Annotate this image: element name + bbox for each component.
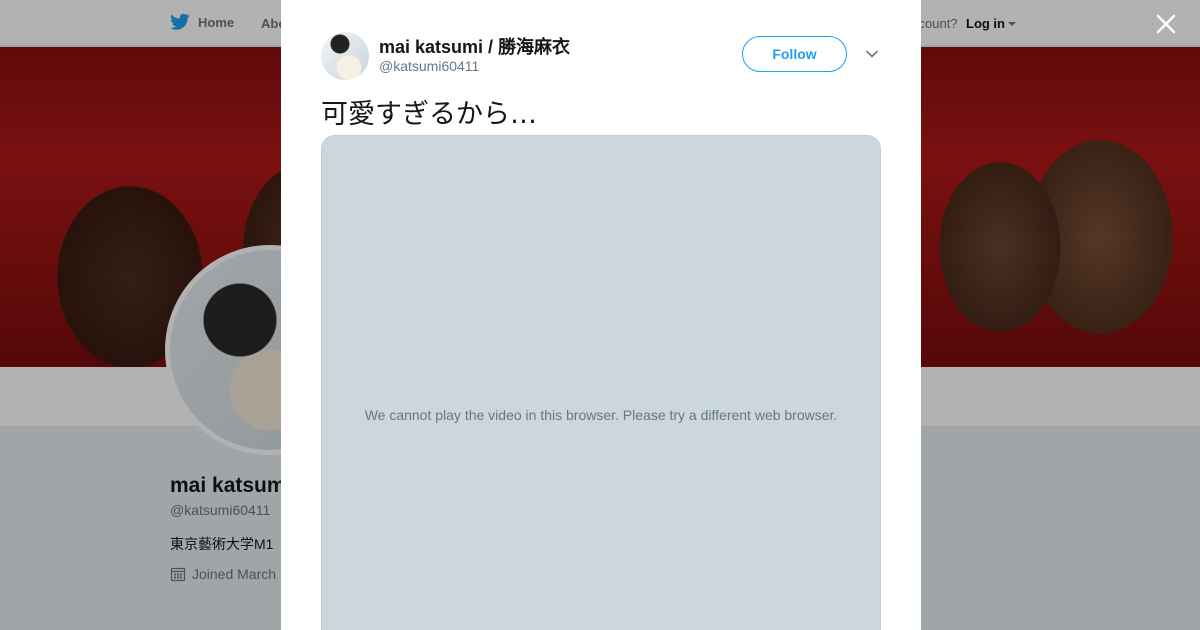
chevron-down-icon [866,50,878,58]
close-button[interactable] [1152,10,1180,38]
tweet-modal: mai katsumi / 勝海麻衣 @katsumi60411 Follow … [281,0,921,630]
video-player[interactable]: We cannot play the video in this browser… [321,135,881,630]
more-options-button[interactable] [864,46,880,62]
author-handle[interactable]: @katsumi60411 [379,58,479,74]
follow-button[interactable]: Follow [742,36,847,72]
author-avatar[interactable] [321,32,369,80]
close-icon [1156,14,1176,34]
tweet-text: 可愛すぎるから… [321,99,537,130]
author-name[interactable]: mai katsumi / 勝海麻衣 [379,33,570,59]
follow-button-label: Follow [772,46,817,62]
video-unsupported-message: We cannot play the video in this browser… [364,407,838,423]
